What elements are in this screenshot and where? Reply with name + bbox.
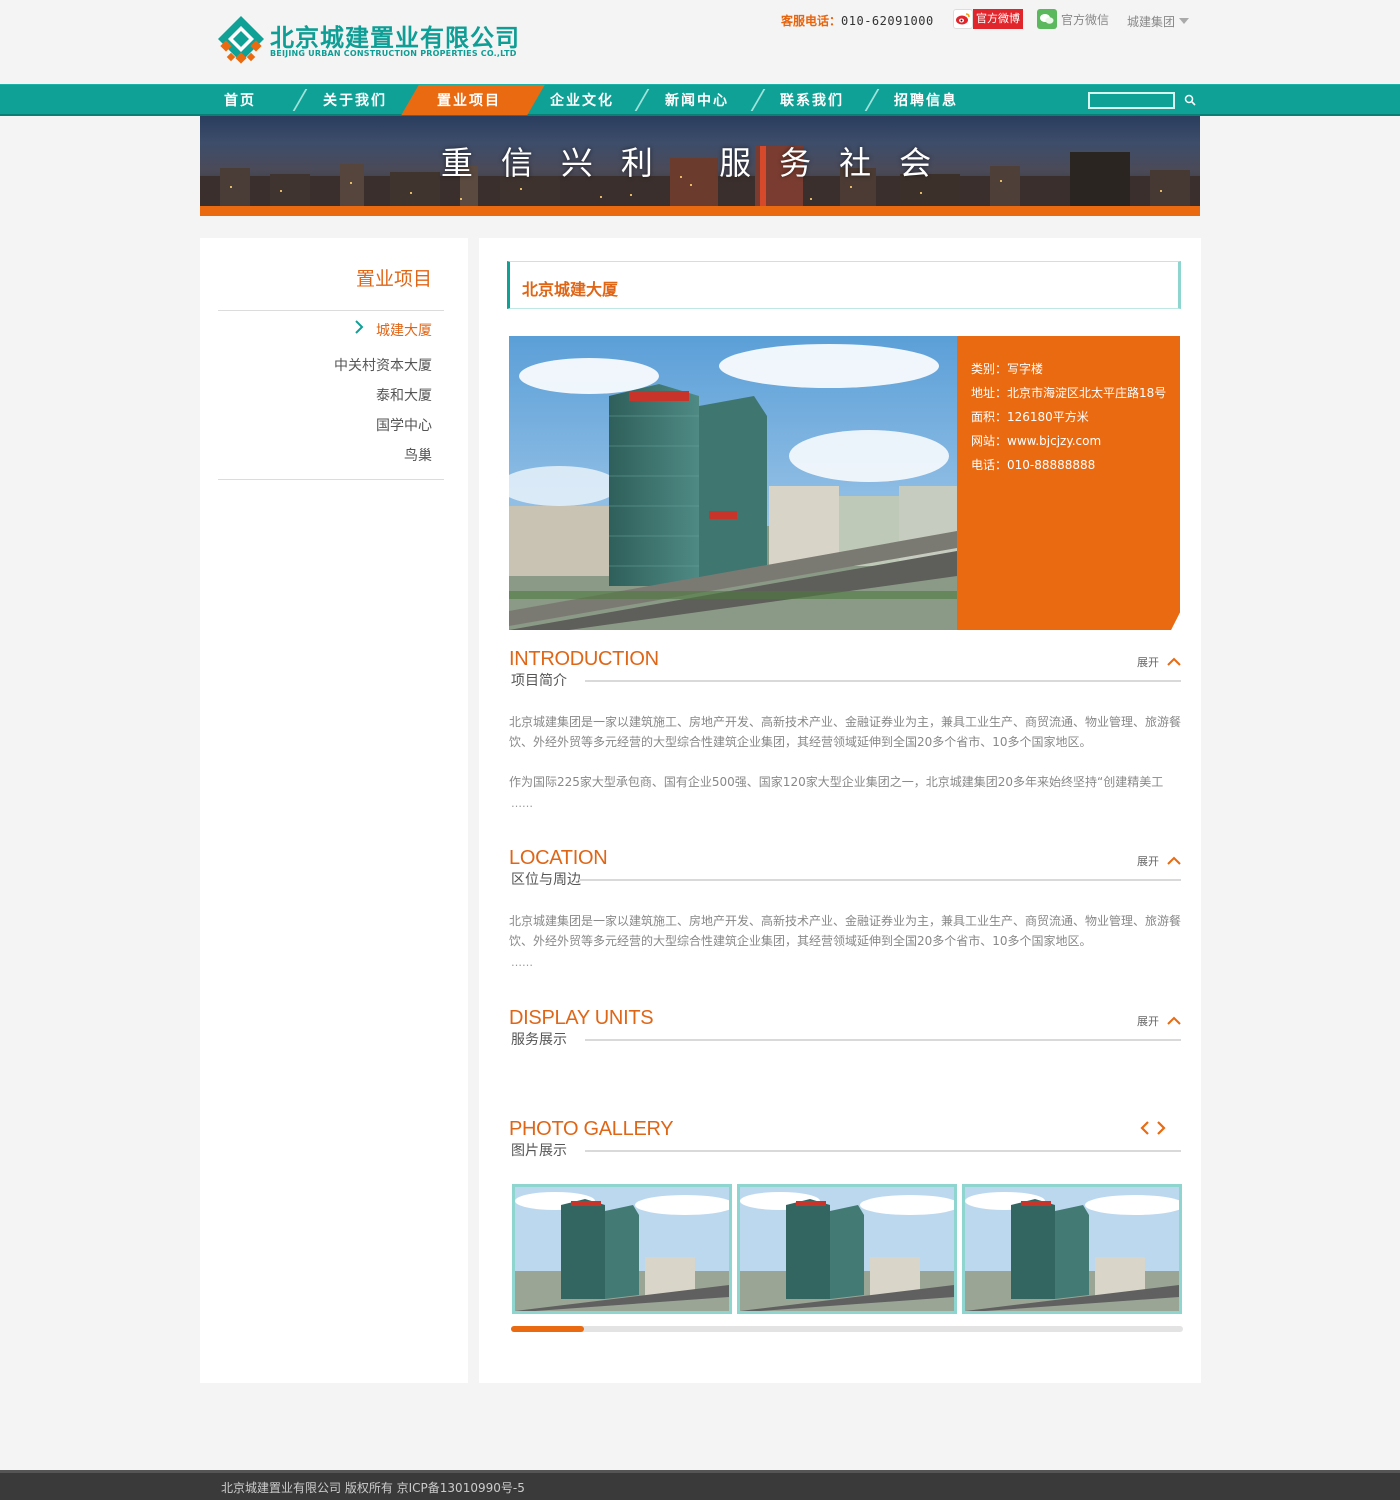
weibo-label: 官方微博 <box>973 9 1023 29</box>
weibo-link[interactable]: 官方微博 <box>953 9 1023 29</box>
nav-item-news[interactable]: 新闻中心 <box>665 85 729 115</box>
gallery-thumbnail[interactable] <box>962 1184 1182 1314</box>
section-divider <box>585 680 1181 682</box>
project-title: 北京城建大厦 <box>522 280 619 299</box>
nav-item-about[interactable]: 关于我们 <box>323 85 387 115</box>
section-location: LOCATION 区位与周边 展开 北京城建集团是一家以建筑施工、房地产开发、高… <box>509 847 1181 977</box>
gallery-thumbnail[interactable] <box>737 1184 957 1314</box>
group-dropdown-label: 城建集团 <box>1127 14 1176 29</box>
sidebar-item-chengjian-tower[interactable]: 城建大厦 <box>376 320 432 340</box>
display-heading-cn: 服务展示 <box>511 1032 567 1048</box>
chevron-left-icon[interactable] <box>1139 1120 1151 1136</box>
search-input[interactable] <box>1088 92 1175 109</box>
nav-item-careers[interactable]: 招聘信息 <box>894 85 958 115</box>
company-logo[interactable]: 北京城建置业有限公司 BEIJING URBAN CONSTRUCTION PR… <box>216 14 526 68</box>
sidebar-title: 置业项目 <box>355 268 432 290</box>
info-area: 面积：126180平方米 <box>971 410 1089 424</box>
gallery-scrollbar[interactable] <box>511 1326 1183 1332</box>
thumbnail-building-image <box>515 1187 729 1311</box>
intro-paragraph-1: 北京城建集团是一家以建筑施工、房地产开发、高新技术产业、金融证券业为主，兼具工业… <box>509 715 1182 749</box>
hotline-number: 010-62091000 <box>841 14 934 28</box>
wechat-icon <box>1037 9 1057 29</box>
project-building-photo <box>509 336 957 630</box>
hero-banner: 重信兴利 服务社会 <box>200 116 1200 206</box>
logo-english-name: BEIJING URBAN CONSTRUCTION PROPERTIES CO… <box>270 49 517 58</box>
location-heading-cn: 区位与周边 <box>511 872 581 888</box>
nav-item-contact[interactable]: 联系我们 <box>780 85 844 115</box>
nav-separator <box>864 89 880 111</box>
banner-accent-bar <box>200 206 1200 216</box>
nav-item-culture[interactable]: 企业文化 <box>550 85 614 115</box>
toggle-label: 展开 <box>1137 855 1159 868</box>
sidebar-item-zgc-capital[interactable]: 中关村资本大厦 <box>334 355 432 375</box>
gallery-thumbnails <box>512 1184 1182 1314</box>
thumbnail-building-image <box>965 1187 1179 1311</box>
nav-separator <box>750 89 766 111</box>
chevron-up-icon <box>1167 657 1181 666</box>
group-dropdown[interactable]: 城建集团 <box>1127 12 1190 30</box>
location-heading-en: LOCATION <box>509 847 608 869</box>
hotline-label: 客服电话： <box>781 14 842 28</box>
chevron-down-icon <box>1179 18 1190 24</box>
toggle-label: 展开 <box>1137 1015 1159 1028</box>
intro-heading-cn: 项目简介 <box>511 673 567 689</box>
nav-separator <box>634 89 650 111</box>
info-address: 地址：北京市海淀区北太平庄路18号 <box>971 386 1167 400</box>
wechat-label: 官方微信 <box>1061 12 1110 27</box>
wechat-link[interactable]: 官方微信 <box>1037 9 1110 29</box>
info-website[interactable]: 网站：www.bjcjzy.com <box>971 432 1101 449</box>
thumbnail-building-image <box>740 1187 954 1311</box>
location-paragraph: 北京城建集团是一家以建筑施工、房地产开发、高新技术产业、金融证券业为主，兼具工业… <box>509 914 1182 948</box>
logo-chinese-name: 北京城建置业有限公司 <box>270 24 520 52</box>
search-icon[interactable] <box>1184 94 1196 106</box>
intro-toggle-button[interactable]: 展开 <box>1137 654 1181 670</box>
chevron-right-icon[interactable] <box>1155 1120 1167 1136</box>
logo-mark-icon <box>218 16 264 64</box>
chevron-right-icon <box>355 320 364 334</box>
footer-copyright: 北京城建置业有限公司 版权所有 京ICP备13010990号-5 <box>221 1481 525 1495</box>
display-heading-en: DISPLAY UNITS <box>509 1007 654 1029</box>
nav-item-home[interactable]: 首页 <box>224 85 256 115</box>
main-content: 北京城建大厦 类别：写字楼 地址：北京市海淀区北太平庄路18号 面积：12618… <box>479 238 1201 1383</box>
banner-slogan: 重信兴利 服务社会 <box>440 144 960 182</box>
toggle-label: 展开 <box>1137 656 1159 669</box>
gallery-arrows <box>1139 1120 1167 1136</box>
sidebar-item-birds-nest[interactable]: 鸟巢 <box>404 445 432 465</box>
project-info-panel: 类别：写字楼 地址：北京市海淀区北太平庄路18号 面积：126180平方米 网站… <box>957 336 1180 630</box>
section-divider <box>585 1039 1181 1041</box>
section-divider <box>585 1150 1181 1152</box>
location-ellipsis: …… <box>511 956 533 969</box>
sidebar-item-taihe-tower[interactable]: 泰和大厦 <box>376 385 432 405</box>
info-type: 类别：写字楼 <box>971 362 1044 376</box>
section-photo-gallery: PHOTO GALLERY 图片展示 <box>509 1118 1181 1168</box>
main-navigation: 首页 关于我们 置业项目 企业文化 新闻中心 联系我们 招聘信息 <box>0 84 1400 116</box>
gallery-thumbnail[interactable] <box>512 1184 732 1314</box>
chevron-up-icon <box>1167 1016 1181 1025</box>
site-footer: 北京城建置业有限公司 版权所有 京ICP备13010990号-5 <box>0 1470 1400 1500</box>
intro-heading-en: INTRODUCTION <box>509 648 659 670</box>
section-display-units: DISPLAY UNITS 服务展示 展开 <box>509 1007 1181 1057</box>
location-toggle-button[interactable]: 展开 <box>1137 853 1181 869</box>
chevron-up-icon <box>1167 856 1181 865</box>
sidebar-divider <box>218 310 444 311</box>
nav-item-projects[interactable]: 置业项目 <box>437 85 501 115</box>
project-title-box: 北京城建大厦 <box>507 261 1181 309</box>
display-toggle-button[interactable]: 展开 <box>1137 1013 1181 1029</box>
sidebar: 置业项目 城建大厦 中关村资本大厦 泰和大厦 国学中心 鸟巢 <box>200 238 468 1383</box>
nav-separator <box>292 89 308 111</box>
site-header: 北京城建置业有限公司 BEIJING URBAN CONSTRUCTION PR… <box>0 0 1400 84</box>
sidebar-item-guoxue-center[interactable]: 国学中心 <box>376 415 432 435</box>
section-introduction: INTRODUCTION 项目简介 展开 北京城建集团是一家以建筑施工、房地产开… <box>509 648 1181 818</box>
info-phone: 电话：010-88888888 <box>971 458 1096 472</box>
intro-ellipsis: …… <box>511 797 533 810</box>
gallery-heading-en: PHOTO GALLERY <box>509 1118 674 1140</box>
intro-paragraph-2: 作为国际225家大型承包商、国有企业500强、国家120家大型企业集团之一，北京… <box>509 775 1164 789</box>
gallery-heading-cn: 图片展示 <box>511 1143 567 1159</box>
gallery-scrollbar-thumb[interactable] <box>511 1326 584 1332</box>
customer-hotline: 客服电话：010-62091000 <box>781 12 934 30</box>
section-divider <box>579 879 1181 881</box>
sidebar-divider <box>218 479 444 480</box>
weibo-icon <box>953 9 973 29</box>
